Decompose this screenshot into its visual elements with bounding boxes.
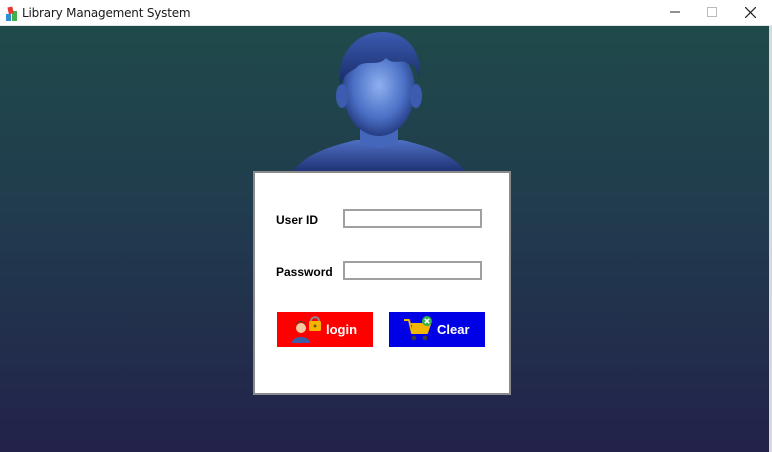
maximize-icon [707,7,717,17]
user-silhouette-icon [292,32,466,174]
user-lock-icon [292,316,321,343]
login-button-label: login [326,322,358,337]
login-panel: User ID Password login Clear [253,171,511,395]
clear-button[interactable]: Clear [389,312,485,347]
title-bar: Library Management System [0,0,772,26]
close-icon [745,7,756,18]
clear-button-label: Clear [437,322,470,337]
close-button[interactable] [727,0,772,25]
login-button[interactable]: login [277,312,373,347]
books-icon [5,5,19,21]
password-label: Password [276,265,333,279]
user-id-label: User ID [276,213,319,227]
user-id-input[interactable] [343,209,482,228]
password-input[interactable] [343,261,482,280]
minimize-icon [670,11,680,13]
cart-remove-icon [404,316,432,341]
login-window-body: User ID Password login Clear [0,26,772,452]
window-title: Library Management System [22,6,191,20]
